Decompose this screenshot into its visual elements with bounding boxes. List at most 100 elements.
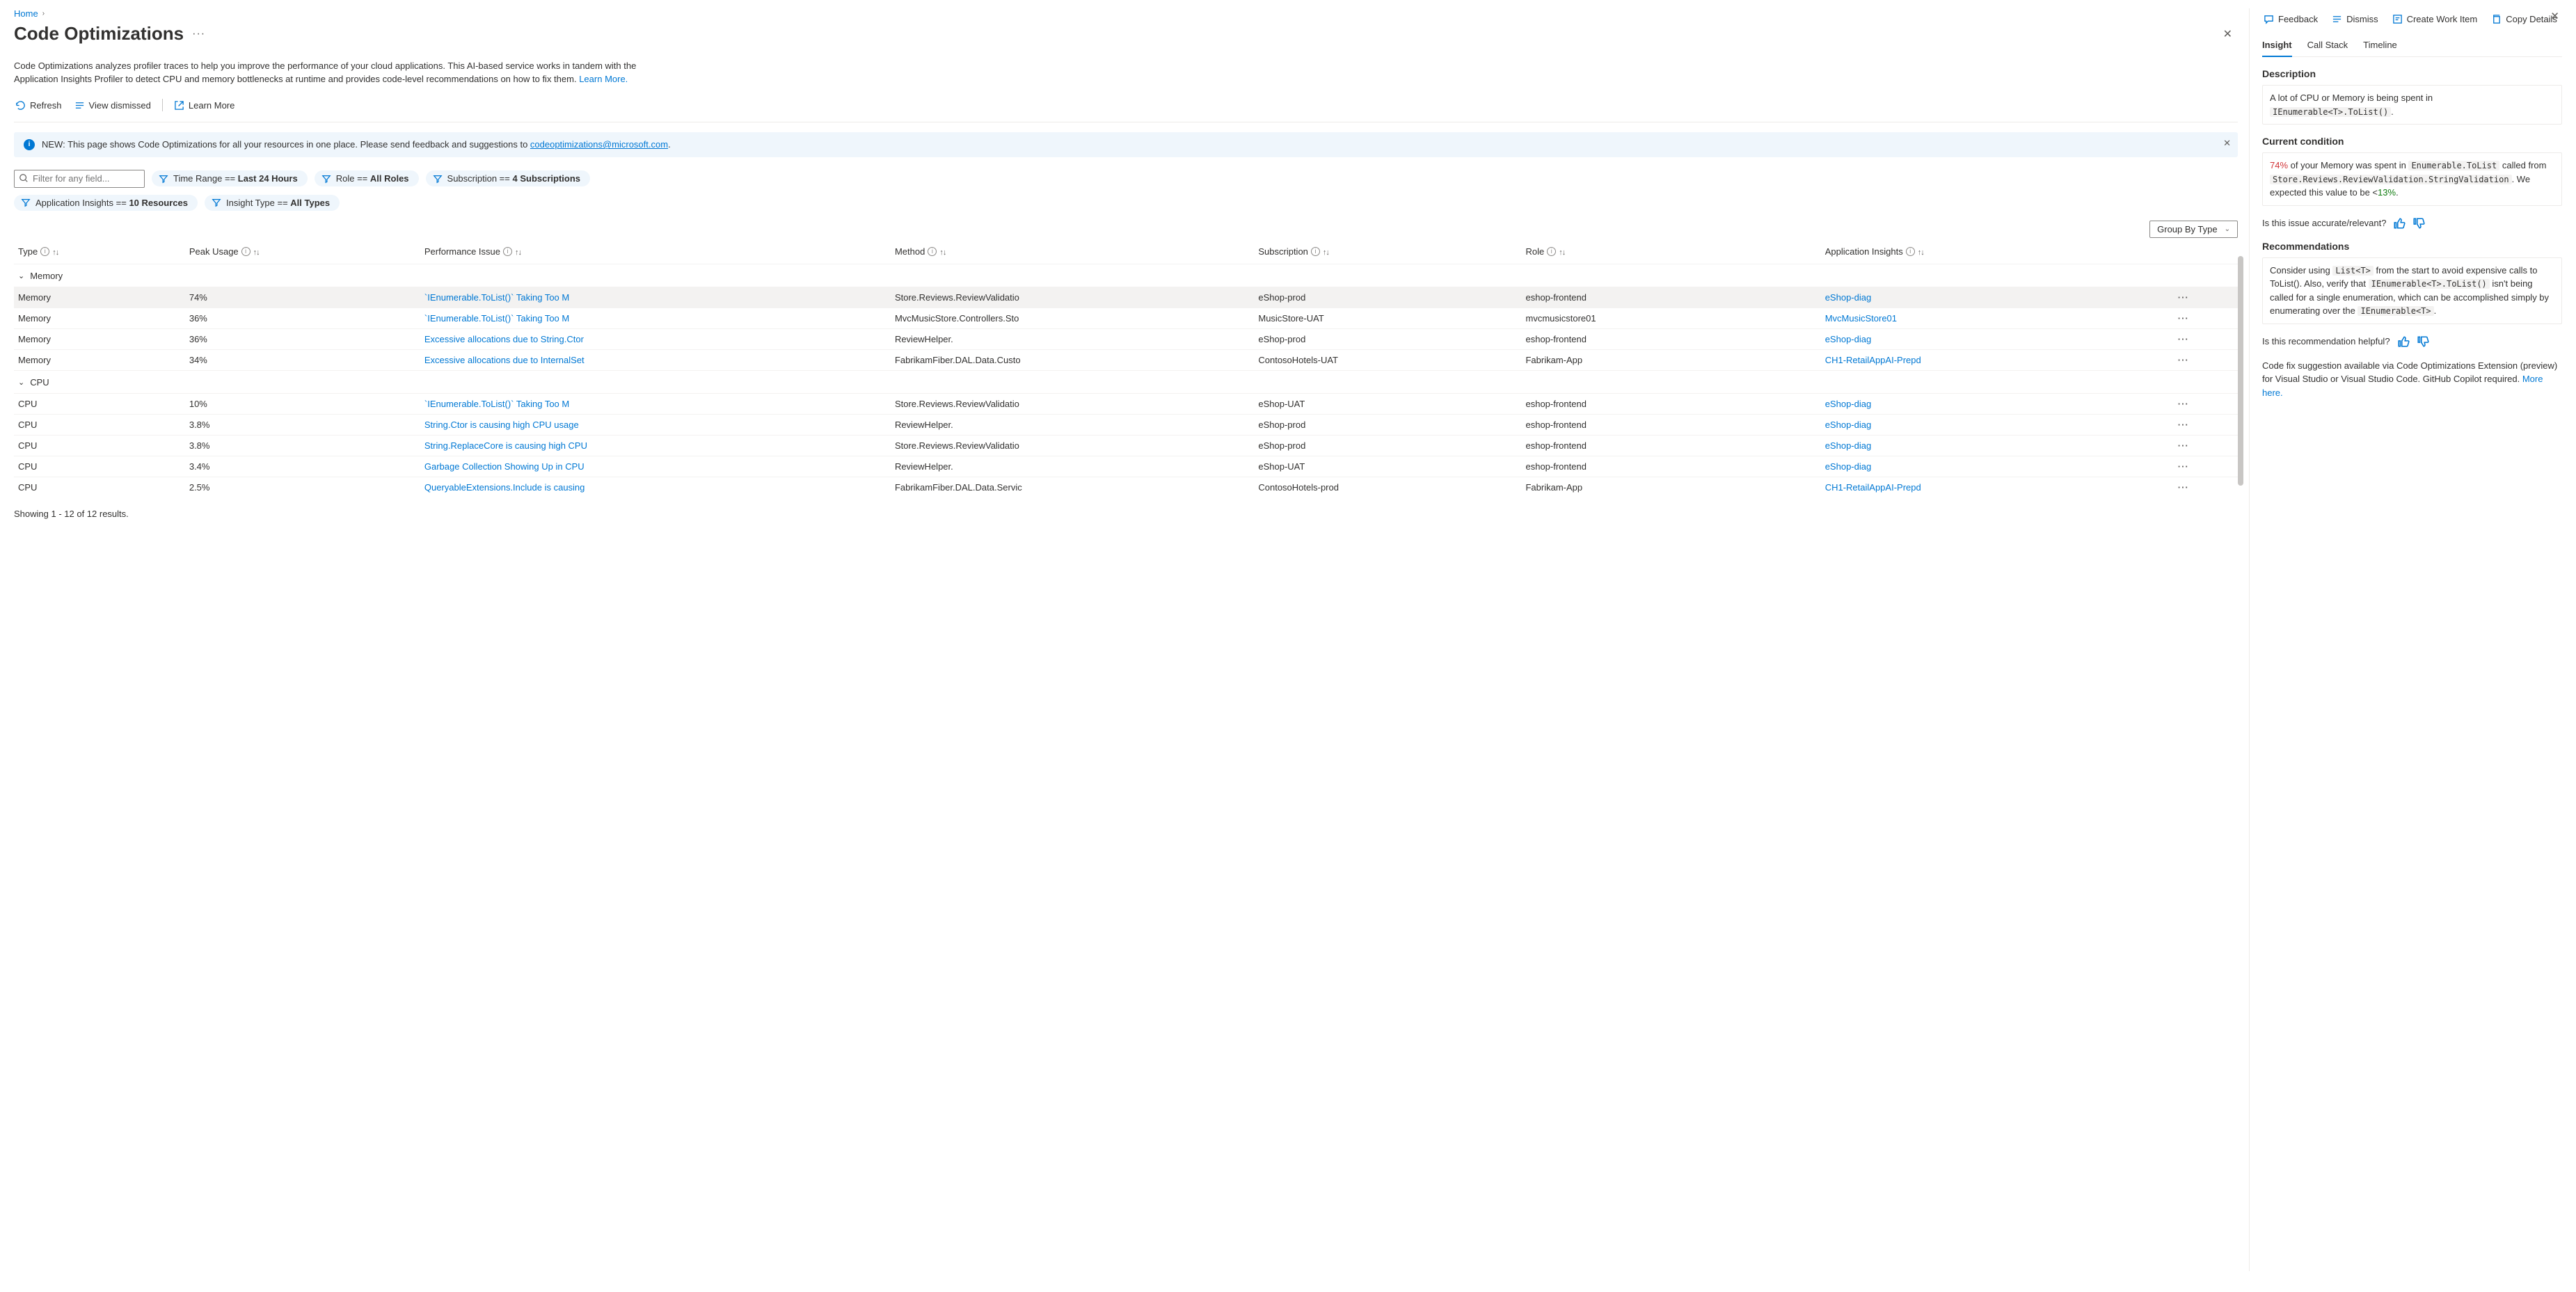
col-peak[interactable]: Peak Usagei↑↓ [185, 241, 420, 264]
cell-subscription: ContosoHotels-UAT [1254, 349, 1521, 370]
table-row[interactable]: CPU3.4%Garbage Collection Showing Up in … [14, 456, 2238, 477]
breadcrumb-home[interactable]: Home [14, 8, 38, 19]
issue-link[interactable]: Excessive allocations due to InternalSet [424, 355, 585, 365]
row-more-icon[interactable]: ··· [2178, 440, 2189, 451]
appinsights-link[interactable]: eShop-diag [1825, 334, 1872, 344]
appinsights-link[interactable]: CH1-RetailAppAI-Prepd [1825, 482, 1921, 493]
row-more-icon[interactable]: ··· [2178, 313, 2189, 324]
tab-timeline[interactable]: Timeline [2363, 40, 2397, 56]
feedback-button[interactable]: Feedback [2262, 11, 2319, 27]
learn-more-link[interactable]: Learn More. [579, 74, 628, 84]
panel-close-icon[interactable]: ✕ [2545, 7, 2565, 25]
table-row[interactable]: CPU3.8%String.ReplaceCore is causing hig… [14, 435, 2238, 456]
filter-role[interactable]: Role == All Roles [315, 170, 419, 186]
group-row[interactable]: ⌄CPU [14, 370, 2238, 393]
filter-subscription[interactable]: Subscription == 4 Subscriptions [426, 170, 591, 186]
code-fix-note: Code fix suggestion available via Code O… [2262, 359, 2562, 400]
cell-issue: Excessive allocations due to String.Ctor [420, 328, 891, 349]
intro-text: Code Optimizations analyzes profiler tra… [14, 60, 661, 86]
thumbs-up-icon[interactable] [2397, 335, 2410, 348]
col-appinsights[interactable]: Application Insightsi↑↓ [1821, 241, 2174, 264]
issue-link[interactable]: `IEnumerable.ToList()` Taking Too M [424, 292, 569, 303]
appinsights-link[interactable]: CH1-RetailAppAI-Prepd [1825, 355, 1921, 365]
issue-link[interactable]: Excessive allocations due to String.Ctor [424, 334, 584, 344]
cell-role: eshop-frontend [1521, 287, 1820, 308]
info-icon: i [241, 247, 251, 256]
group-row[interactable]: ⌄Memory [14, 264, 2238, 287]
table-row[interactable]: CPU3.8%String.Ctor is causing high CPU u… [14, 414, 2238, 435]
row-more-icon[interactable]: ··· [2178, 355, 2189, 365]
cell-type: Memory [14, 328, 185, 349]
col-issue[interactable]: Performance Issuei↑↓ [420, 241, 891, 264]
table-row[interactable]: Memory34%Excessive allocations due to In… [14, 349, 2238, 370]
cell-method: FabrikamFiber.DAL.Data.Custo [891, 349, 1254, 370]
table-row[interactable]: Memory74%`IEnumerable.ToList()` Taking T… [14, 287, 2238, 308]
filter-input[interactable] [14, 170, 145, 188]
refresh-button[interactable]: Refresh [14, 97, 63, 113]
view-dismissed-button[interactable]: View dismissed [73, 97, 152, 113]
table-row[interactable]: CPU2.5%QueryableExtensions.Include is ca… [14, 477, 2238, 497]
appinsights-link[interactable]: eShop-diag [1825, 399, 1872, 409]
cell-method: FabrikamFiber.DAL.Data.Servic [891, 477, 1254, 497]
issue-link[interactable]: Garbage Collection Showing Up in CPU [424, 461, 585, 472]
more-actions-button[interactable]: ··· [192, 28, 205, 40]
filter-time-range[interactable]: Time Range == Last 24 Hours [152, 170, 308, 186]
filter-insight-type[interactable]: Insight Type == All Types [205, 195, 340, 211]
detail-tabs: Insight Call Stack Timeline [2262, 40, 2562, 57]
col-role[interactable]: Rolei↑↓ [1521, 241, 1820, 264]
copy-icon [2491, 14, 2502, 24]
issue-link[interactable]: `IEnumerable.ToList()` Taking Too M [424, 313, 569, 324]
col-subscription[interactable]: Subscriptioni↑↓ [1254, 241, 1521, 264]
scrollbar[interactable] [2238, 256, 2243, 486]
recommendations-box: Consider using List<T> from the start to… [2262, 257, 2562, 324]
appinsights-link[interactable]: MvcMusicStore01 [1825, 313, 1897, 324]
issue-link[interactable]: String.Ctor is causing high CPU usage [424, 420, 579, 430]
table-row[interactable]: Memory36%Excessive allocations due to St… [14, 328, 2238, 349]
info-banner: i NEW: This page shows Code Optimization… [14, 132, 2238, 157]
cell-issue: `IEnumerable.ToList()` Taking Too M [420, 287, 891, 308]
banner-close-icon[interactable]: ✕ [2223, 138, 2231, 149]
close-icon[interactable]: ✕ [2218, 24, 2238, 44]
appinsights-link[interactable]: eShop-diag [1825, 461, 1872, 472]
row-more-icon[interactable]: ··· [2178, 292, 2189, 303]
filter-app-insights[interactable]: Application Insights == 10 Resources [14, 195, 198, 211]
create-work-item-button[interactable]: Create Work Item [2391, 11, 2479, 27]
tab-insight[interactable]: Insight [2262, 40, 2292, 57]
group-by-select[interactable]: Group By Type ⌄ [2149, 221, 2238, 238]
external-link-icon [174, 100, 184, 111]
chevron-right-icon: › [42, 10, 45, 17]
thumbs-down-icon[interactable] [2417, 335, 2429, 348]
filter-icon [159, 174, 168, 184]
cell-appinsights: eShop-diag [1821, 414, 2174, 435]
table-row[interactable]: CPU10%`IEnumerable.ToList()` Taking Too … [14, 393, 2238, 414]
cell-role: eshop-frontend [1521, 328, 1820, 349]
tab-call-stack[interactable]: Call Stack [2307, 40, 2348, 56]
sort-icon: ↑↓ [1918, 248, 1924, 257]
thumbs-up-icon[interactable] [2393, 217, 2406, 230]
separator [162, 99, 163, 111]
row-more-icon[interactable]: ··· [2178, 420, 2189, 430]
learn-more-button[interactable]: Learn More [173, 97, 236, 113]
cell-peak: 36% [185, 308, 420, 328]
col-method[interactable]: Methodi↑↓ [891, 241, 1254, 264]
cell-role: eshop-frontend [1521, 456, 1820, 477]
info-icon: i [928, 247, 937, 256]
table-row[interactable]: Memory36%`IEnumerable.ToList()` Taking T… [14, 308, 2238, 328]
issue-link[interactable]: `IEnumerable.ToList()` Taking Too M [424, 399, 569, 409]
appinsights-link[interactable]: eShop-diag [1825, 420, 1872, 430]
col-type[interactable]: Typei↑↓ [14, 241, 185, 264]
row-more-icon[interactable]: ··· [2178, 334, 2189, 344]
issue-link[interactable]: QueryableExtensions.Include is causing [424, 482, 585, 493]
issue-link[interactable]: String.ReplaceCore is causing high CPU [424, 440, 587, 451]
row-more-icon[interactable]: ··· [2178, 461, 2189, 472]
thumbs-down-icon[interactable] [2412, 217, 2425, 230]
info-icon: i [40, 247, 49, 256]
row-more-icon[interactable]: ··· [2178, 399, 2189, 409]
appinsights-link[interactable]: eShop-diag [1825, 440, 1872, 451]
cell-type: CPU [14, 477, 185, 497]
dismiss-button[interactable]: Dismiss [2330, 11, 2380, 27]
feedback-email-link[interactable]: codeoptimizations@microsoft.com [530, 139, 668, 150]
appinsights-link[interactable]: eShop-diag [1825, 292, 1872, 303]
cell-peak: 3.4% [185, 456, 420, 477]
row-more-icon[interactable]: ··· [2178, 482, 2189, 493]
